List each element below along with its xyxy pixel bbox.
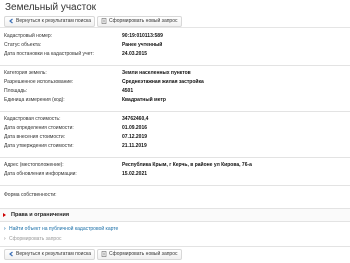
field-label: Статус объекта:	[4, 42, 42, 48]
back-to-results-label: Вернуться к результатам поиска	[16, 251, 92, 257]
field-row: Статус объекта: Ранее учтенный	[4, 41, 346, 49]
field-label: Разрешенное использование:	[4, 79, 74, 85]
field-value: 24.03.2015	[122, 51, 148, 57]
field-label: Адрес (местоположение):	[4, 162, 64, 168]
field-value: Республика Крым, г Керчь, в районе ул Ки…	[122, 162, 252, 168]
request-link-label: Сформировать запрос	[9, 236, 62, 242]
field-label: Дата утверждения стоимости:	[4, 143, 74, 149]
field-label: Дата постановки на кадастровый учет:	[4, 51, 94, 57]
top-toolbar: Вернуться к результатам поиска Сформиров…	[0, 15, 350, 28]
back-arrow-icon	[8, 251, 14, 257]
field-label: Площадь:	[4, 88, 28, 94]
back-arrow-icon	[8, 18, 14, 24]
divider	[0, 111, 350, 112]
field-value: 21.11.2019	[122, 143, 147, 149]
public-map-link[interactable]: › Найти объект на публичной кадастровой к…	[4, 225, 118, 233]
field-label: Кадастровая стоимость:	[4, 116, 61, 122]
document-icon	[101, 251, 107, 257]
new-query-button[interactable]: Сформировать новый запрос	[97, 248, 182, 260]
field-label: Дата обновления информации:	[4, 171, 77, 177]
field-row: Дата определения стоимости: 01.09.2016	[4, 124, 346, 132]
field-value: 15.02.2021	[122, 171, 148, 177]
field-value: 34762460,4	[122, 116, 149, 122]
public-map-link-label: Найти объект на публичной кадастровой ка…	[9, 226, 119, 232]
field-row: Разрешенное использование: Среднеэтажная…	[4, 78, 346, 86]
field-label: Форма собственности:	[4, 192, 57, 198]
rights-section-header[interactable]: Права и ограничения	[0, 208, 350, 222]
back-to-results-button[interactable]: Вернуться к результатам поиска	[4, 15, 96, 27]
field-row: Дата внесения стоимости: 07.12.2019	[4, 133, 346, 141]
field-label: Категория земель:	[4, 70, 47, 76]
divider	[0, 185, 350, 186]
field-value: Среднеэтажная жилая застройка	[122, 79, 204, 85]
field-row: Адрес (местоположение): Республика Крым,…	[4, 161, 346, 169]
new-query-label: Сформировать новый запрос	[109, 18, 178, 24]
field-row: Единица измерения (код): Квадратный метр	[4, 96, 346, 104]
field-row: Форма собственности:	[4, 191, 346, 199]
new-query-button[interactable]: Сформировать новый запрос	[97, 15, 182, 27]
field-row: Кадастровая стоимость: 34762460,4	[4, 115, 346, 123]
divider	[0, 65, 350, 66]
new-query-label: Сформировать новый запрос	[109, 251, 178, 257]
field-value: 01.09.2016	[122, 125, 148, 131]
field-label: Дата внесения стоимости:	[4, 134, 66, 140]
field-row: Дата постановки на кадастровый учет: 24.…	[4, 50, 346, 58]
rights-section-title: Права и ограничения	[11, 212, 70, 218]
divider	[0, 246, 350, 247]
field-row: Категория земель: Земли населенных пункт…	[4, 69, 346, 77]
field-value: 90:19:010113:589	[122, 33, 163, 39]
back-to-results-label: Вернуться к результатам поиска	[16, 18, 92, 24]
bottom-toolbar: Вернуться к результатам поиска Сформиров…	[0, 248, 350, 260]
field-row: Дата утверждения стоимости: 21.11.2019	[4, 142, 346, 150]
expand-arrow-icon	[3, 213, 6, 217]
field-value: Земли населенных пунктов	[122, 70, 191, 76]
field-row: Площадь: 4501	[4, 87, 346, 95]
field-value: Ранее учтенный	[122, 42, 163, 48]
page-title: Земельный участок	[5, 2, 97, 13]
field-value: 07.12.2019	[122, 134, 148, 140]
request-link[interactable]: › Сформировать запрос	[4, 235, 61, 243]
field-value: Квадратный метр	[122, 97, 166, 103]
field-label: Кадастровый номер:	[4, 33, 53, 39]
field-label: Дата определения стоимости:	[4, 125, 74, 131]
back-to-results-button[interactable]: Вернуться к результатам поиска	[4, 248, 96, 260]
divider	[0, 157, 350, 158]
field-label: Единица измерения (код):	[4, 97, 65, 103]
field-row: Дата обновления информации: 15.02.2021	[4, 170, 346, 178]
field-value: 4501	[122, 88, 134, 94]
document-icon	[101, 18, 107, 24]
field-row: Кадастровый номер: 90:19:010113:589	[4, 32, 346, 40]
